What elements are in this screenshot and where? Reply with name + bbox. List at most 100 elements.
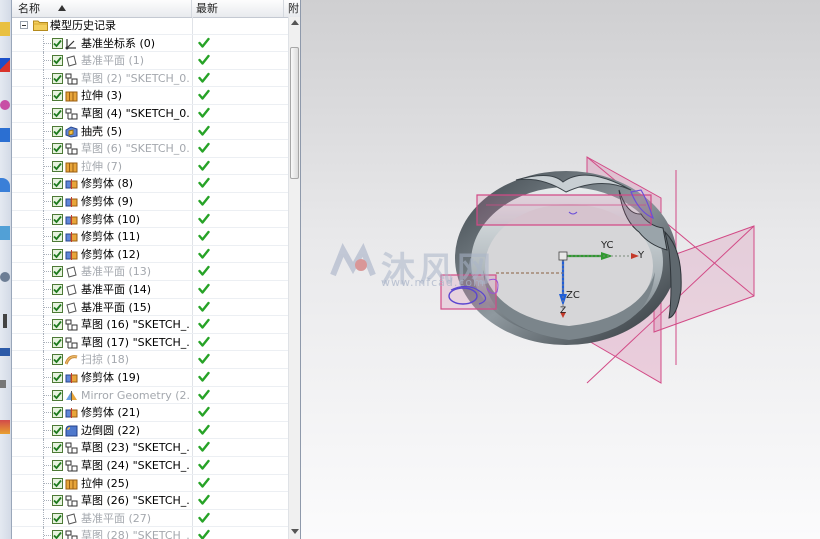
feature-checkbox[interactable]: [52, 125, 63, 137]
sketch-icon: [65, 442, 78, 454]
latest-check-icon: [198, 230, 210, 242]
feature-row[interactable]: 修剪体 (11): [12, 228, 288, 246]
shell-icon: [65, 126, 78, 138]
feature-row[interactable]: 拉伸 (25): [12, 474, 288, 493]
feature-row[interactable]: 扫掠 (18): [12, 351, 288, 369]
measure-tool-icon[interactable]: [0, 348, 10, 356]
feature-checkbox[interactable]: [52, 512, 63, 524]
column-header-extra[interactable]: 附: [284, 0, 300, 17]
tree-branch: [44, 77, 51, 79]
feature-row[interactable]: 拉伸 (7): [12, 157, 288, 176]
feature-row[interactable]: 修剪体 (21): [12, 404, 288, 422]
graphics-viewport[interactable]: 沐风网 www.mfcad.com YC Y ZC Z: [301, 0, 820, 539]
tree-root-row[interactable]: 模型历史记录: [12, 17, 288, 35]
feature-checkbox[interactable]: [52, 55, 63, 67]
feature-row[interactable]: 草图 (4) "SKETCH_0...: [12, 105, 288, 123]
feature-checkbox[interactable]: [52, 389, 63, 401]
feature-row[interactable]: 基准平面 (13): [12, 263, 288, 281]
column-header-name[interactable]: 名称: [12, 0, 192, 17]
tree-branch: [44, 535, 51, 537]
feature-row[interactable]: 修剪体 (8): [12, 175, 288, 193]
feature-checkbox[interactable]: [52, 37, 63, 49]
scroll-up-icon[interactable]: [291, 19, 299, 25]
pointer-tool-icon[interactable]: [3, 314, 7, 328]
trim-body-icon: [65, 372, 78, 384]
tree-branch: [44, 95, 51, 97]
feature-checkbox[interactable]: [52, 213, 63, 225]
feature-row[interactable]: 基准平面 (27): [12, 509, 288, 528]
clock-tool-icon[interactable]: [0, 272, 10, 282]
brush-tool-icon[interactable]: [0, 380, 6, 388]
feature-checkbox[interactable]: [52, 442, 63, 454]
feature-row[interactable]: 修剪体 (12): [12, 245, 288, 264]
axis-label-y: Y: [638, 250, 645, 261]
roles-tool-icon[interactable]: [0, 226, 10, 240]
feature-checkbox[interactable]: [52, 266, 63, 278]
constraint-tool-icon[interactable]: [0, 58, 10, 72]
scroll-down-icon[interactable]: [291, 529, 299, 535]
feature-checkbox[interactable]: [52, 424, 63, 436]
feature-row[interactable]: 基准平面 (1): [12, 52, 288, 70]
axis-label-zc: ZC: [566, 290, 580, 301]
feature-checkbox[interactable]: [52, 178, 63, 190]
feature-row[interactable]: 基准平面 (15): [12, 298, 288, 317]
feature-row[interactable]: 修剪体 (19): [12, 369, 288, 387]
feature-row[interactable]: 草图 (23) "SKETCH_...: [12, 439, 288, 457]
tree-branch: [44, 236, 51, 238]
feature-row[interactable]: 草图 (26) "SKETCH_...: [12, 492, 288, 510]
feature-checkbox[interactable]: [52, 72, 63, 84]
feature-checkbox[interactable]: [52, 248, 63, 260]
feature-checkbox[interactable]: [52, 108, 63, 119]
feature-row[interactable]: 草图 (16) "SKETCH_...: [12, 316, 288, 334]
feature-checkbox[interactable]: [52, 354, 63, 366]
feature-row[interactable]: 草图 (28) "SKETCH_...: [12, 527, 288, 539]
feature-row[interactable]: 草图 (24) "SKETCH_...: [12, 457, 288, 475]
web-tool-icon[interactable]: [0, 178, 10, 192]
datum-plane-top[interactable]: [476, 194, 652, 226]
feature-checkbox[interactable]: [52, 336, 63, 348]
feature-checkbox[interactable]: [52, 143, 63, 155]
feature-row[interactable]: 基准平面 (14): [12, 281, 288, 299]
feature-row[interactable]: Mirror Geometry (2...: [12, 386, 288, 405]
datum-plane-icon: [65, 301, 78, 314]
collapse-toggle[interactable]: [20, 21, 28, 29]
feature-checkbox[interactable]: [52, 90, 63, 102]
feature-checkbox[interactable]: [52, 301, 63, 313]
scrollbar-thumb[interactable]: [290, 47, 299, 179]
feature-row[interactable]: 修剪体 (10): [12, 210, 288, 229]
feature-checkbox[interactable]: [52, 284, 63, 295]
feature-checkbox[interactable]: [52, 196, 63, 207]
feature-checkbox[interactable]: [52, 460, 63, 471]
feature-checkbox[interactable]: [52, 372, 63, 383]
feature-checkbox[interactable]: [52, 407, 63, 419]
latest-check-icon: [198, 529, 210, 539]
feature-checkbox[interactable]: [52, 477, 63, 489]
feature-row[interactable]: 草图 (17) "SKETCH_...: [12, 333, 288, 352]
tree-branch: [44, 183, 51, 185]
feature-row[interactable]: 修剪体 (9): [12, 193, 288, 211]
feature-row[interactable]: 草图 (2) "SKETCH_0...: [12, 69, 288, 88]
latest-check-icon: [198, 336, 210, 348]
vertical-scrollbar[interactable]: [288, 17, 300, 539]
feature-row[interactable]: 拉伸 (3): [12, 87, 288, 105]
feature-checkbox[interactable]: [52, 495, 63, 507]
palette-tool-icon[interactable]: [0, 420, 10, 434]
feature-label: 拉伸 (7): [81, 159, 123, 173]
column-header-latest[interactable]: 最新: [192, 0, 284, 17]
feature-row[interactable]: 基准坐标系 (0): [12, 34, 288, 53]
history-tool-icon[interactable]: [0, 100, 10, 110]
tree-branch: [44, 447, 51, 449]
feature-checkbox[interactable]: [52, 160, 63, 172]
feature-checkbox[interactable]: [52, 319, 63, 331]
axis-label-yc: YC: [601, 240, 614, 251]
latest-check-icon: [198, 477, 210, 489]
feature-checkbox[interactable]: [52, 231, 63, 243]
folder-tool-icon[interactable]: [0, 22, 10, 36]
latest-check-icon: [198, 37, 210, 49]
feature-row[interactable]: 抽壳 (5): [12, 122, 288, 141]
feature-row[interactable]: 草图 (6) "SKETCH_0...: [12, 140, 288, 158]
feature-row[interactable]: 边倒圆 (22): [12, 421, 288, 440]
part-navigator-tool-icon[interactable]: [0, 128, 10, 142]
axis-label-z: Z: [560, 306, 567, 316]
feature-checkbox[interactable]: [52, 530, 63, 539]
